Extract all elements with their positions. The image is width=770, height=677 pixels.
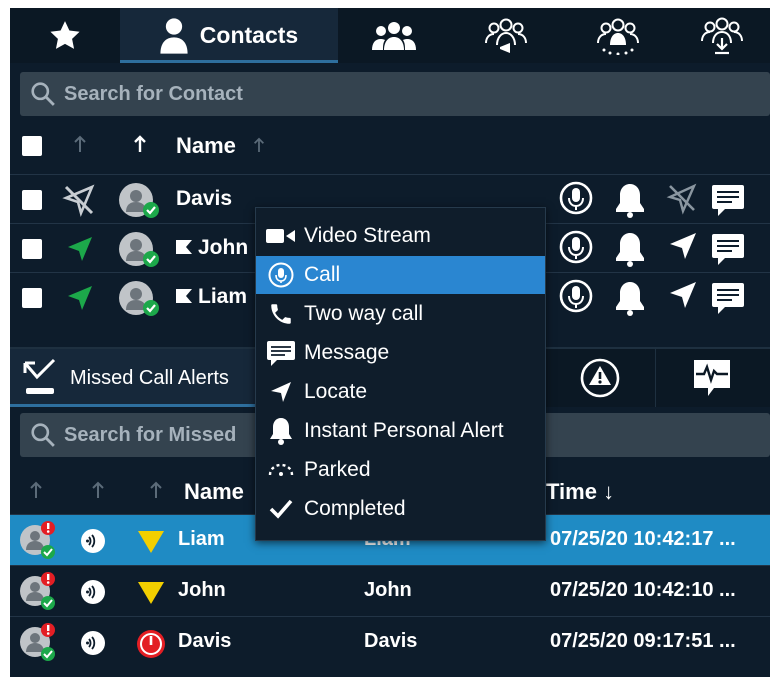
warning-icon <box>579 357 621 399</box>
parked-icon <box>266 463 296 477</box>
tab-groups[interactable] <box>338 8 451 63</box>
tab-missed-call-alerts[interactable]: Missed Call Alerts <box>10 349 273 407</box>
avatar <box>118 280 160 318</box>
missed-row[interactable]: Davis Davis 07/25/20 09:17:51 ... <box>10 616 770 668</box>
missed-time: 07/25/20 10:42:10 ... <box>550 579 736 601</box>
tab-contacts[interactable]: Contacts <box>120 8 339 63</box>
avatar <box>18 569 64 615</box>
low-priority-icon <box>138 531 164 553</box>
context-menu: Video Stream Call Two way call Message L… <box>255 207 546 541</box>
avatar <box>18 620 64 666</box>
menu-item-instant-personal-alert[interactable]: Instant Personal Alert <box>256 412 545 450</box>
avatar <box>18 518 64 564</box>
missed-time: 07/25/20 10:42:17 ... <box>550 528 736 550</box>
contacts-table-header: Name <box>10 123 770 167</box>
contact-name: John <box>198 236 249 259</box>
tab-warning[interactable] <box>544 349 656 407</box>
sort-arrow-up-icon[interactable] <box>28 480 44 500</box>
missed-name: Davis <box>178 630 232 652</box>
tab-heartbeat[interactable] <box>654 349 770 407</box>
menu-item-label: Parked <box>304 458 371 481</box>
tab-group-download[interactable] <box>674 8 770 63</box>
tab-group-broadcast[interactable] <box>450 8 563 63</box>
menu-item-label: Video Stream <box>304 224 431 247</box>
audio-icon <box>80 528 106 554</box>
audio-icon <box>80 630 106 656</box>
select-all-checkbox[interactable] <box>22 136 42 156</box>
menu-item-label: Instant Personal Alert <box>304 419 504 442</box>
heartbeat-icon <box>690 358 734 398</box>
top-tab-bar: Contacts <box>10 8 770 63</box>
name-column-header[interactable]: Name <box>176 133 236 159</box>
sort-arrow-up-icon[interactable] <box>90 480 106 500</box>
missed-name: John <box>178 579 226 601</box>
tab-missed-call-alerts-label: Missed Call Alerts <box>70 366 229 389</box>
group-sparkle-icon <box>596 17 640 55</box>
group-download-icon <box>700 16 744 56</box>
message-icon <box>266 340 296 366</box>
location-off-icon <box>62 183 96 217</box>
time-column-header[interactable]: Time ↓ <box>546 479 614 505</box>
menu-item-label: Two way call <box>304 302 424 325</box>
menu-item-label: Locate <box>304 380 368 403</box>
contact-search-input[interactable] <box>64 82 739 106</box>
contact-name: Davis <box>176 187 233 210</box>
missed-time: 07/25/20 09:17:51 ... <box>550 630 736 652</box>
search-icon <box>30 422 56 448</box>
audio-icon <box>80 579 106 605</box>
tab-favorites[interactable] <box>10 8 121 63</box>
sort-arrow-up-icon[interactable] <box>72 134 88 154</box>
avatar <box>118 182 160 220</box>
low-priority-icon <box>138 582 164 604</box>
sort-arrow-up-icon[interactable] <box>148 480 164 500</box>
missed-row[interactable]: John John 07/25/20 10:42:10 ... <box>10 565 770 617</box>
row-actions <box>558 180 768 320</box>
avatar <box>118 231 160 269</box>
checkmark-icon <box>266 498 296 520</box>
contact-search-box[interactable] <box>20 72 770 116</box>
app-window: Contacts Search for Contact Name Davis J… <box>10 8 770 677</box>
menu-item-call[interactable]: Call <box>256 256 545 294</box>
tab-group-sparkle[interactable] <box>562 8 675 63</box>
menu-item-completed[interactable]: Completed <box>256 490 545 528</box>
row-checkbox[interactable] <box>22 239 42 259</box>
missed-call-icon <box>22 358 58 398</box>
missed-name: Liam <box>178 528 225 550</box>
menu-item-message[interactable]: Message <box>256 334 545 372</box>
missed-name-secondary: John <box>364 579 412 601</box>
person-icon <box>160 17 188 55</box>
menu-item-two-way-call[interactable]: Two way call <box>256 295 545 333</box>
menu-item-label: Message <box>304 341 390 364</box>
location-on-icon <box>64 233 96 265</box>
video-camera-icon <box>266 227 296 245</box>
row-checkbox[interactable] <box>22 190 42 210</box>
contact-name: Liam <box>198 285 248 308</box>
high-priority-icon <box>136 629 166 659</box>
star-icon <box>47 19 83 53</box>
microphone-icon <box>266 262 296 288</box>
menu-item-video-stream[interactable]: Video Stream <box>256 217 545 255</box>
phone-icon <box>266 301 296 327</box>
row-checkbox[interactable] <box>22 288 42 308</box>
tab-contacts-label: Contacts <box>199 22 299 48</box>
menu-item-label: Completed <box>304 497 406 520</box>
group-broadcast-icon <box>484 17 528 55</box>
flag-icon <box>176 240 192 254</box>
location-on-icon <box>64 282 96 314</box>
sort-arrow-up-icon[interactable] <box>132 134 148 154</box>
menu-item-label: Call <box>304 263 341 286</box>
flag-icon <box>176 289 192 303</box>
group-icon <box>372 20 416 52</box>
search-icon <box>30 81 56 107</box>
locate-arrow-icon <box>266 380 296 404</box>
menu-item-parked[interactable]: Parked <box>256 451 545 489</box>
missed-name-secondary: Davis <box>364 630 418 652</box>
bell-icon <box>266 417 296 445</box>
missed-name-column-header[interactable]: Name <box>184 479 244 505</box>
menu-item-locate[interactable]: Locate <box>256 373 545 411</box>
sort-arrow-up-icon[interactable] <box>252 136 266 154</box>
